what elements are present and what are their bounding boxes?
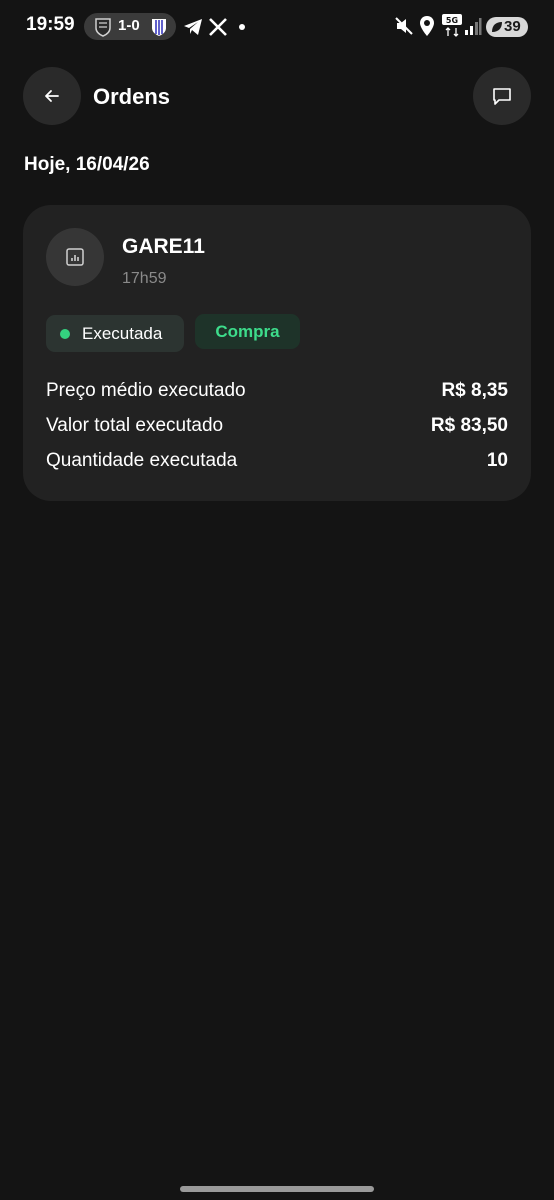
chart-icon bbox=[66, 248, 84, 266]
detail-label: Quantidade executada bbox=[46, 450, 238, 471]
status-time: 19:59 bbox=[26, 14, 75, 35]
battery-saver-leaf-icon bbox=[492, 22, 502, 32]
detail-row: Valor total executado R$ 83,50 bbox=[46, 415, 508, 441]
detail-value: R$ 83,50 bbox=[430, 415, 508, 436]
status-badge-label: Executada bbox=[82, 324, 163, 343]
asset-avatar bbox=[46, 228, 104, 286]
team-crest-home-icon bbox=[95, 18, 111, 37]
detail-value: 10 bbox=[486, 450, 508, 471]
x-icon bbox=[209, 18, 227, 36]
battery-level: 39 bbox=[504, 18, 521, 35]
arrow-left-icon bbox=[45, 90, 59, 102]
date-section-label: Hoje, 16/04/26 bbox=[24, 154, 150, 175]
chat-bubble-icon bbox=[493, 88, 511, 105]
asset-ticker: GARE11 bbox=[122, 235, 205, 258]
detail-value: R$ 8,35 bbox=[441, 380, 508, 401]
screen: 19:59 1-0 5G 39 Ordens Hoje, 16/04/26 GA… bbox=[0, 0, 554, 1200]
svg-text:5G: 5G bbox=[446, 16, 458, 25]
battery-indicator: 39 bbox=[486, 17, 528, 37]
back-button[interactable] bbox=[23, 67, 81, 125]
status-bar: 19:59 1-0 5G 39 bbox=[0, 0, 554, 54]
detail-row: Preço médio executado R$ 8,35 bbox=[46, 380, 508, 406]
detail-label: Valor total executado bbox=[46, 415, 224, 436]
5g-signal-icon: 5G bbox=[442, 14, 462, 37]
chat-button[interactable] bbox=[473, 67, 531, 125]
live-score-pill[interactable]: 1-0 bbox=[84, 13, 176, 40]
detail-label: Preço médio executado bbox=[46, 380, 246, 401]
status-badge: Executada bbox=[46, 315, 184, 352]
order-side-badge: Compra bbox=[195, 314, 300, 349]
match-score: 1-0 bbox=[118, 17, 140, 34]
notification-dot-icon bbox=[239, 24, 245, 30]
home-indicator[interactable] bbox=[180, 1186, 374, 1192]
order-card[interactable]: GARE11 17h59 Executada Compra Preço médi… bbox=[23, 205, 531, 501]
team-crest-away-icon bbox=[152, 19, 166, 36]
order-time: 17h59 bbox=[122, 270, 167, 287]
order-side-label: Compra bbox=[215, 322, 280, 341]
status-dot-icon bbox=[60, 329, 70, 339]
mute-icon bbox=[395, 17, 413, 35]
page-title: Ordens bbox=[93, 84, 171, 109]
telegram-icon bbox=[184, 19, 202, 35]
detail-row: Quantidade executada 10 bbox=[46, 450, 508, 476]
cell-signal-icon bbox=[465, 18, 482, 35]
location-icon bbox=[420, 16, 434, 36]
